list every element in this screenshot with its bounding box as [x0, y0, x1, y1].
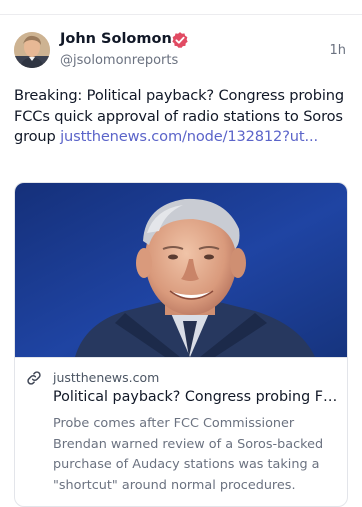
post-timestamp[interactable]: 1h: [329, 43, 346, 58]
link-icon: [27, 371, 41, 385]
link-preview-image[interactable]: [15, 183, 347, 357]
verified-badge-icon: [172, 32, 188, 48]
avatar[interactable]: [14, 32, 50, 68]
author-handle[interactable]: @jsolomonreports: [60, 53, 178, 68]
link-domain: justthenews.com: [53, 370, 160, 385]
post-body: Breaking: Political payback? Congress pr…: [14, 86, 354, 148]
feed-post[interactable]: John Solomon @jsolomonreports 1h Breakin…: [0, 15, 362, 507]
link-preview-card[interactable]: justthenews.com Political payback? Congr…: [14, 182, 348, 507]
link-description: Probe comes after FCC Commissioner Brend…: [53, 416, 324, 493]
link-title[interactable]: Political payback? Congress probing FCCs…: [53, 389, 339, 405]
link-preview-meta[interactable]: justthenews.com Political payback? Congr…: [15, 357, 347, 506]
post-link[interactable]: justthenews.com/node/132812?ut...: [60, 128, 318, 145]
author-name[interactable]: John Solomon: [60, 31, 172, 47]
